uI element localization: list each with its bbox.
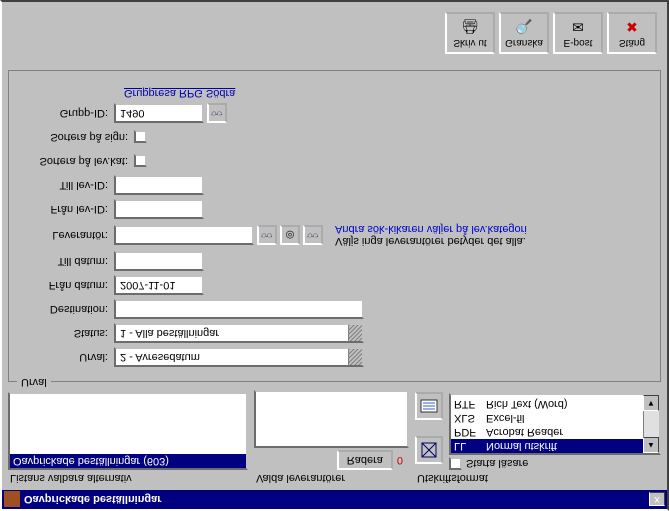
list-icon <box>420 399 438 413</box>
destination-input[interactable] <box>114 299 364 319</box>
fran-lev-label: Från lev-ID: <box>19 203 114 215</box>
list-item[interactable]: Oavprickade beställningar (603) <box>10 454 246 468</box>
list-icon-button[interactable] <box>415 392 443 420</box>
hint-text: Väljs inga leverantörer betyder det alla… <box>335 223 527 247</box>
search-group-button[interactable]: 👓 <box>207 103 227 123</box>
fran-datum-input[interactable] <box>114 275 204 295</box>
fran-lev-input[interactable] <box>114 199 204 219</box>
close-button-toolbar[interactable]: Stäng ✖ <box>607 12 657 54</box>
leverantor-input[interactable] <box>114 225 254 245</box>
col1-label: Listans valbara alternativ <box>8 472 248 484</box>
sortera-kat-checkbox[interactable] <box>134 155 147 168</box>
urval-select[interactable]: 2 - Avresedatum <box>114 347 364 367</box>
close-x-icon: ✖ <box>626 18 638 35</box>
preview-icon-button[interactable] <box>415 436 443 464</box>
email-button[interactable]: E-post ✉ <box>553 12 603 54</box>
close-button[interactable]: x <box>649 493 665 507</box>
urval-fieldset: Urval Urval: 2 - Avresedatum Status: 1 -… <box>8 70 661 382</box>
close-label: Stäng <box>619 37 645 48</box>
mail-icon: ✉ <box>572 18 584 35</box>
format-option[interactable]: PDFAcrobat Reader <box>451 425 659 439</box>
leverantor-label: Leverantör: <box>19 229 114 241</box>
col2-label: Valda leverantörer <box>254 472 409 484</box>
options-listbox[interactable]: Oavprickade beställningar (603) <box>8 392 248 470</box>
scroll-up-icon[interactable]: ▲ <box>643 437 659 453</box>
printer-icon: 🖨 <box>461 18 479 35</box>
scroll-down-icon[interactable]: ▼ <box>643 395 659 411</box>
binoculars-icon: 👓 <box>307 230 319 241</box>
status-label: Status: <box>19 327 114 339</box>
urval-label: Urval: <box>19 351 114 363</box>
preview-label: Granska <box>505 37 543 48</box>
sortera-sign-label: Sortera på sign: <box>19 131 134 143</box>
format-option[interactable]: LLNormal utskrift <box>451 439 659 453</box>
preview-icon <box>420 441 438 459</box>
col3-label: Utskriftsformat <box>415 472 661 484</box>
destination-label: Destination: <box>19 303 114 315</box>
print-button[interactable]: Skriv ut 🖨 <box>445 12 495 54</box>
fran-datum-label: Från datum: <box>19 279 114 291</box>
radera-button[interactable]: Radera <box>337 450 393 470</box>
starta-lasare-checkbox[interactable] <box>449 457 462 470</box>
till-datum-label: Till datum: <box>19 255 114 267</box>
search-supplier-button[interactable]: 👓 <box>257 225 277 245</box>
till-datum-input[interactable] <box>114 251 204 271</box>
scrollbar[interactable]: ▲ ▼ <box>643 395 659 453</box>
grupp-id-label: Grupp-ID: <box>19 107 114 119</box>
binoculars-icon: 👓 <box>211 108 223 119</box>
till-lev-input[interactable] <box>114 175 204 195</box>
sortera-kat-label: Sortera på lev.kat: <box>19 155 134 167</box>
sortera-sign-checkbox[interactable] <box>134 131 147 144</box>
search-category-button[interactable]: 👓 <box>303 225 323 245</box>
email-label: E-post <box>564 37 593 48</box>
target-button[interactable]: ◎ <box>280 225 300 245</box>
window-title: Oavprickade beställningar <box>24 494 649 506</box>
dropdown-handle-icon[interactable] <box>348 349 362 365</box>
urval-legend: Urval <box>17 376 51 388</box>
starta-lasare-label: Starta läsare <box>466 458 528 470</box>
status-select[interactable]: 1 - Alla beställningar <box>114 323 364 343</box>
print-label: Skriv ut <box>453 37 486 48</box>
till-lev-label: Till lev-ID: <box>19 179 114 191</box>
format-option[interactable]: XLSExcel-fil <box>451 411 659 425</box>
magnifier-icon: 🔍 <box>515 18 532 35</box>
selected-suppliers-listbox[interactable] <box>254 390 409 448</box>
format-select[interactable]: LLNormal utskrift PDFAcrobat Reader XLSE… <box>449 393 661 455</box>
dropdown-handle-icon[interactable] <box>348 325 362 341</box>
count-zero: 0 <box>397 454 409 466</box>
target-icon: ◎ <box>286 230 295 241</box>
format-option[interactable]: RTFRich Text (Word) <box>451 397 659 411</box>
binoculars-icon: 👓 <box>261 230 273 241</box>
window-icon <box>4 492 20 508</box>
grupp-id-input[interactable] <box>114 103 204 123</box>
preview-button[interactable]: Granska 🔍 <box>499 12 549 54</box>
group-link[interactable]: Gruppresa RPG Södra <box>23 87 650 99</box>
